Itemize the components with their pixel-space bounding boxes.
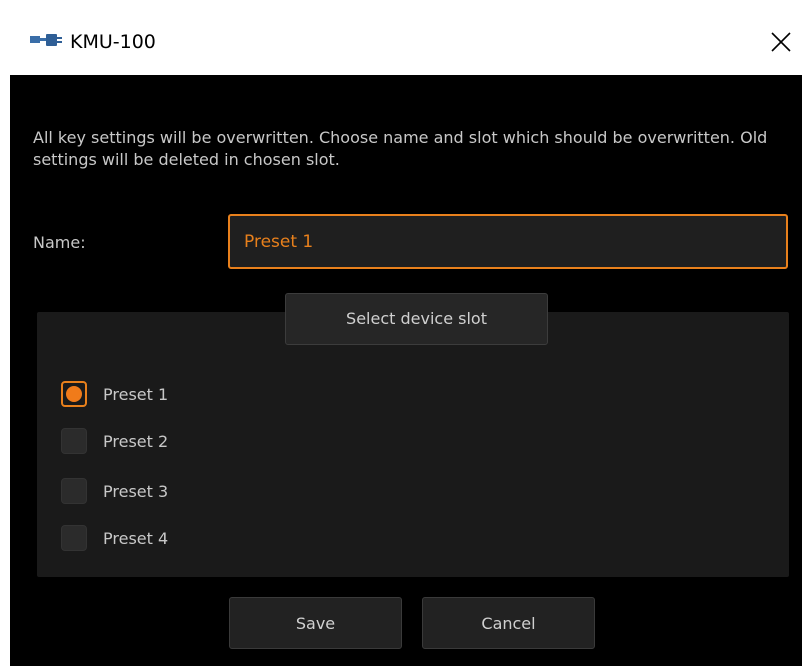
cancel-button[interactable]: Cancel [422, 597, 595, 649]
dialog-window: KMU-100 All key settings will be overwri… [0, 0, 802, 666]
radio-button[interactable] [61, 478, 87, 504]
slot-option-label: Preset 2 [103, 431, 169, 451]
slot-option-preset-1[interactable]: Preset 1 [61, 377, 168, 411]
radio-button[interactable] [61, 381, 87, 407]
name-label: Name: [33, 233, 86, 252]
close-icon[interactable] [766, 27, 796, 57]
window-title: KMU-100 [70, 31, 156, 53]
radio-selected-dot [66, 386, 82, 402]
radio-button[interactable] [61, 525, 87, 551]
instruction-message: All key settings will be overwritten. Ch… [33, 128, 768, 169]
slot-option-label: Preset 3 [103, 481, 169, 501]
device-plug-icon [29, 30, 63, 52]
slot-option-preset-4[interactable]: Preset 4 [61, 521, 168, 555]
radio-button[interactable] [61, 428, 87, 454]
slot-option-preset-3[interactable]: Preset 3 [61, 474, 168, 508]
dialog-content: All key settings will be overwritten. Ch… [10, 75, 802, 666]
title-bar: KMU-100 [10, 10, 802, 75]
slot-option-preset-2[interactable]: Preset 2 [61, 424, 168, 458]
slot-panel-header: Select device slot [285, 293, 548, 345]
save-button[interactable]: Save [229, 597, 402, 649]
slot-option-label: Preset 4 [103, 528, 169, 548]
name-input[interactable] [228, 214, 788, 269]
slot-option-label: Preset 1 [103, 384, 169, 404]
